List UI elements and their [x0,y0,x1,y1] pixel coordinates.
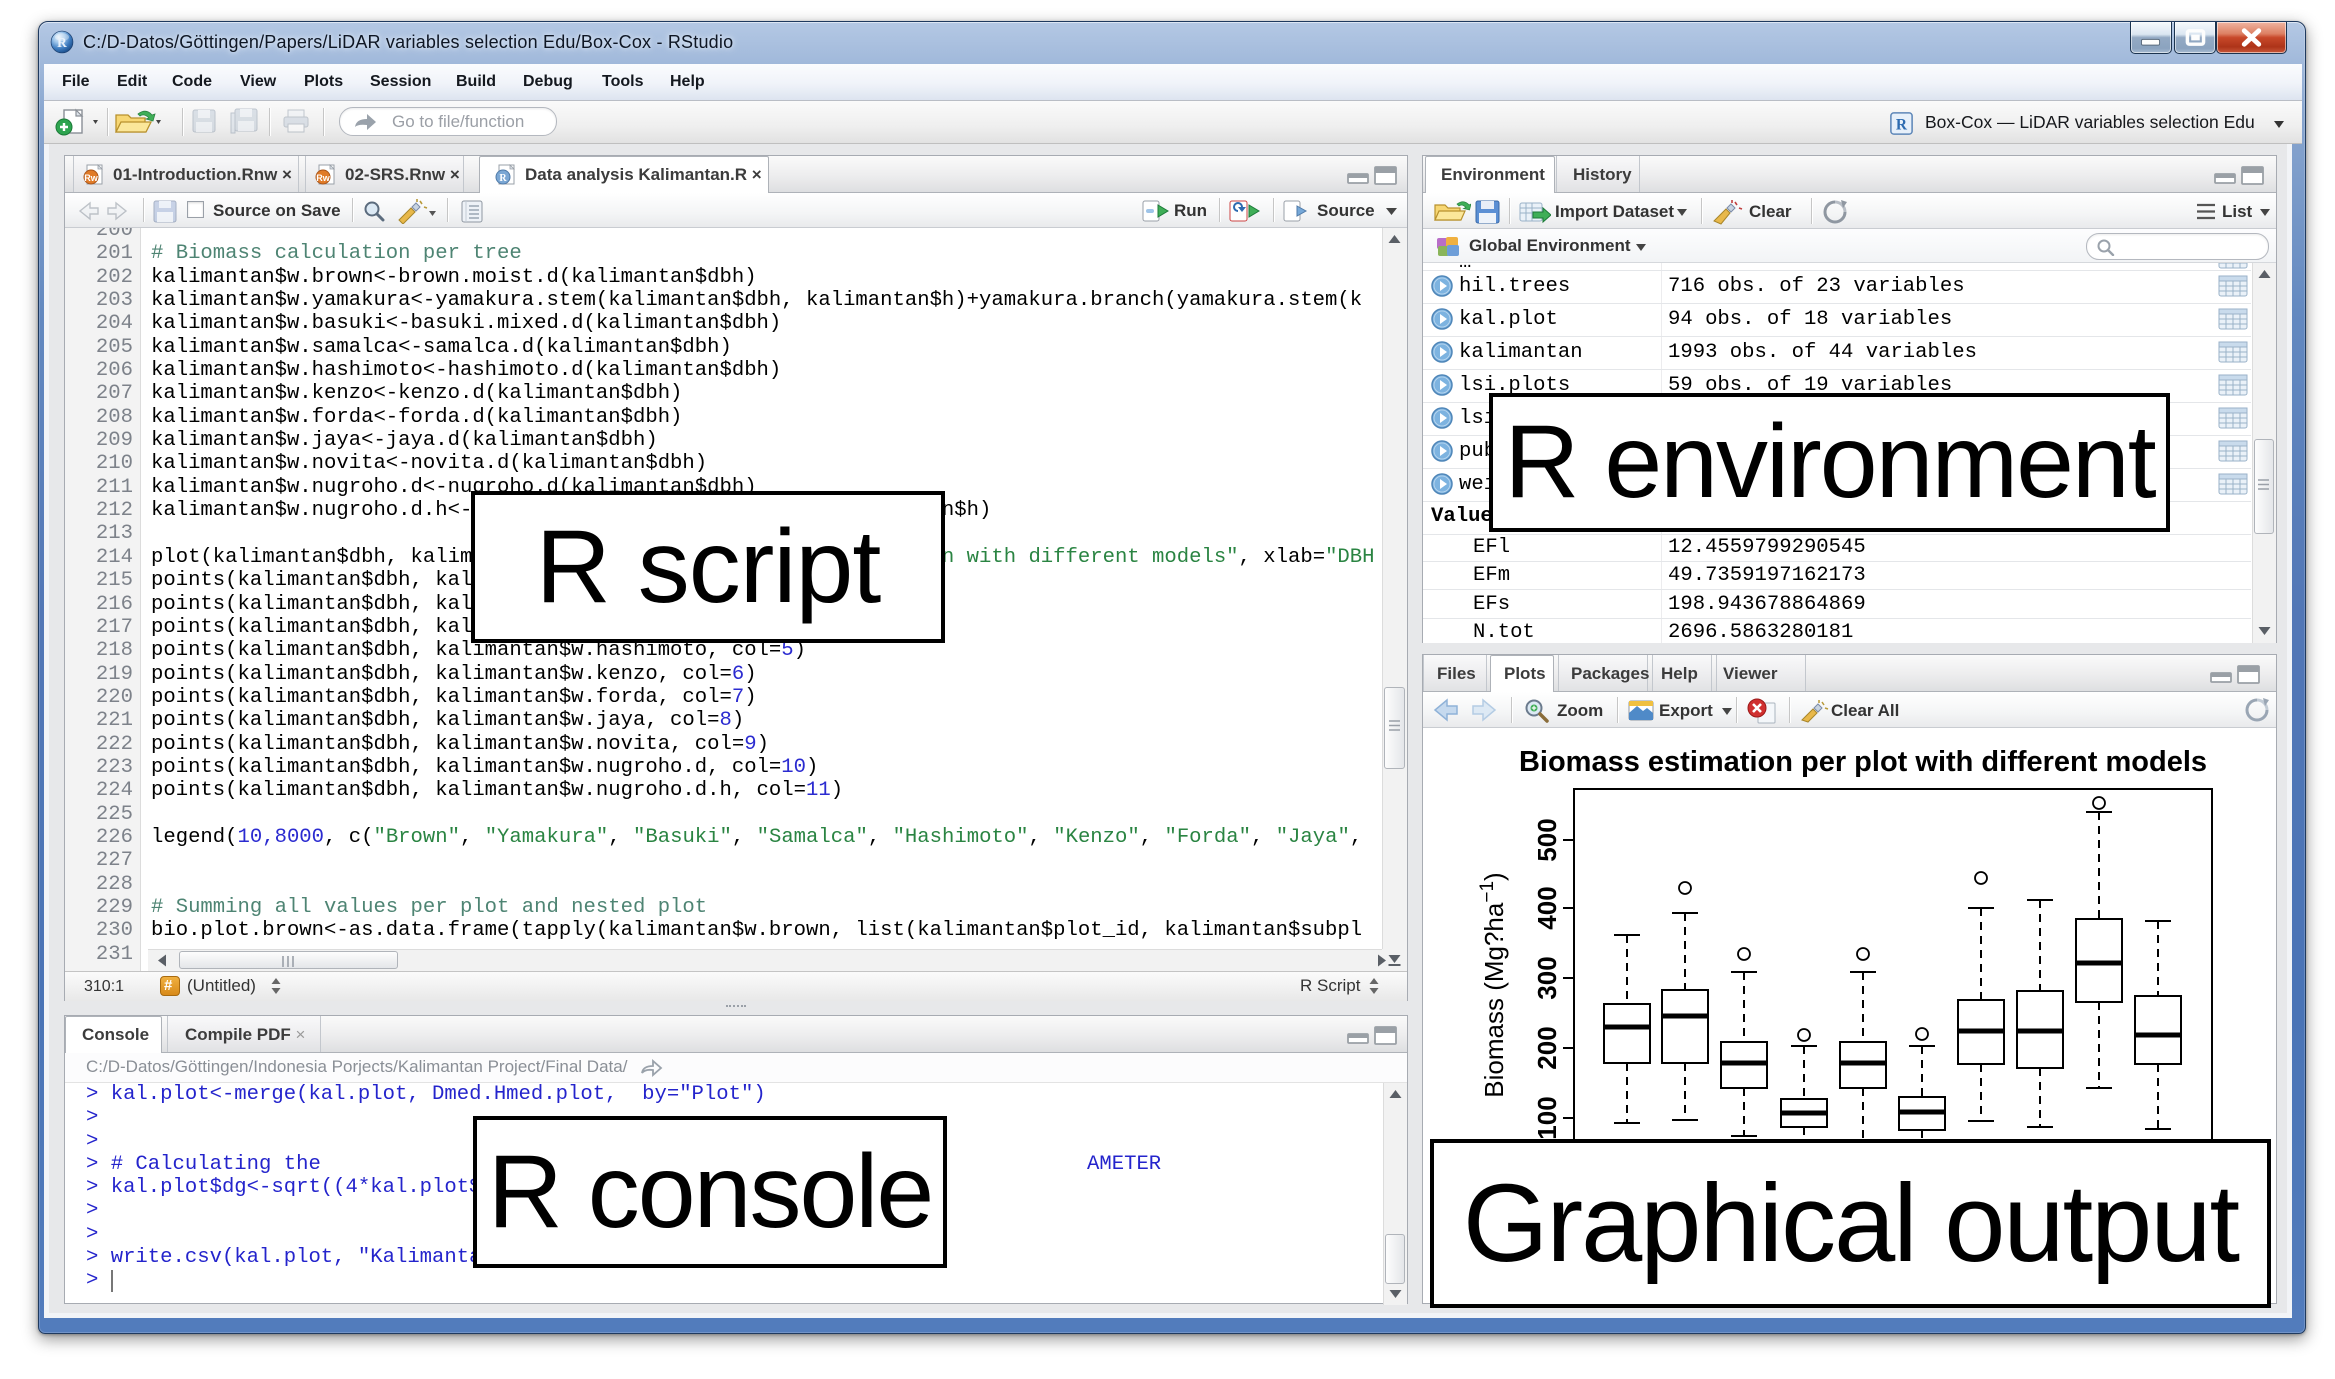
svg-text:400: 400 [1532,886,1562,929]
svg-text:Biomass (Mg?ha−1): Biomass (Mg?ha−1) [1477,872,1510,1097]
svg-text:Rw: Rw [316,173,330,183]
svg-text:R: R [57,35,67,50]
svg-text:R: R [499,173,507,184]
svg-text:300: 300 [1532,956,1562,999]
svg-text:500: 500 [1532,818,1562,861]
svg-text:Rw: Rw [84,173,98,183]
svg-text:Biomass estimation per plot wi: Biomass estimation per plot with differe… [1519,746,2207,778]
svg-text:R: R [1896,116,1908,133]
svg-text:100: 100 [1532,1096,1562,1139]
svg-text:200: 200 [1532,1026,1562,1069]
